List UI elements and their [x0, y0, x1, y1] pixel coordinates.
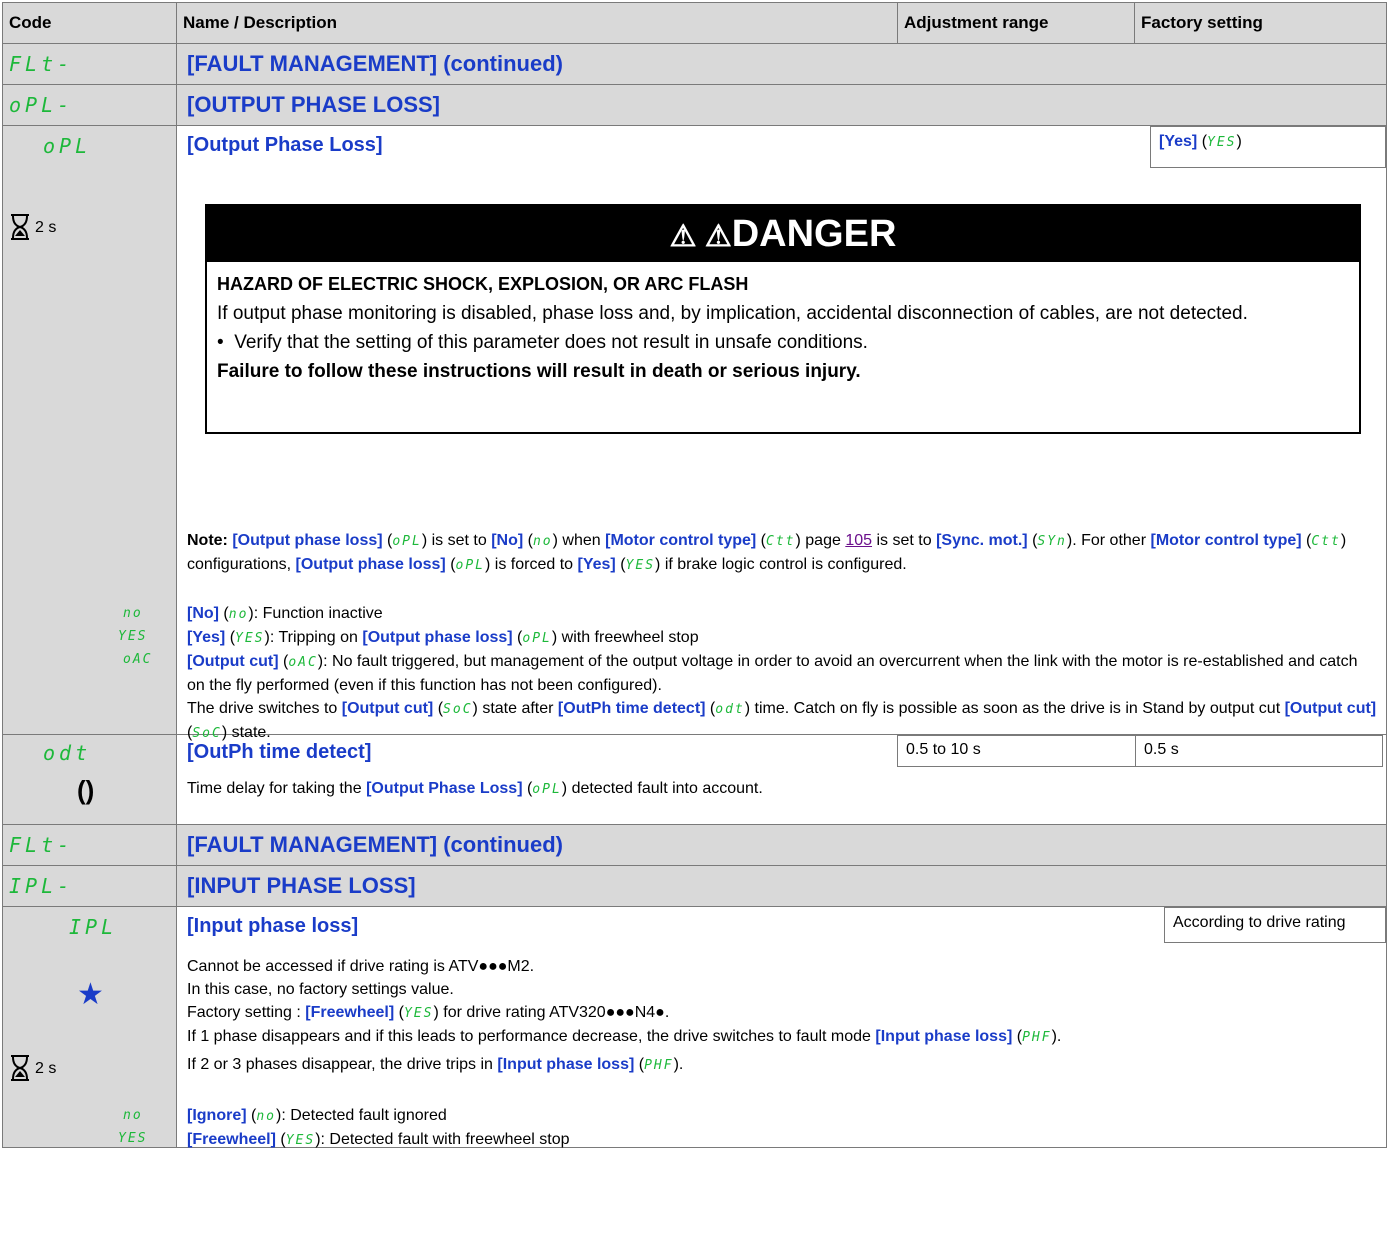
- section-row: IPL- [INPUT PHASE LOSS]: [2, 865, 1387, 907]
- section-title: [FAULT MANAGEMENT] (continued): [187, 832, 563, 857]
- option-item: [Freewheel] (YES): Detected fault with f…: [187, 1131, 570, 1148]
- danger-title: DANGER: [731, 213, 897, 255]
- option-code: YES: [118, 629, 148, 644]
- header-code: Code: [2, 2, 177, 44]
- hazard-title: HAZARD OF ELECTRIC SHOCK, EXPLOSION, OR …: [217, 274, 749, 294]
- param-code: IPL: [69, 915, 118, 939]
- param-name: [Output Phase Loss]: [187, 134, 383, 156]
- section-code: IPL-: [9, 873, 74, 898]
- param-code: oPL: [43, 134, 92, 158]
- param-description: Time delay for taking the [Output Phase …: [187, 780, 763, 797]
- danger-box: ⚠ ⚠DANGER HAZARD OF ELECTRIC SHOCK, EXPL…: [205, 204, 1361, 434]
- section-row: FLt- [FAULT MANAGEMENT] (continued): [2, 43, 1387, 85]
- section-code: FLt-: [9, 51, 74, 76]
- option-list: [Ignore] (no): Detected fault ignored [F…: [187, 1104, 570, 1152]
- header-factory: Factory setting: [1134, 2, 1387, 44]
- note-paragraph: Note: [Output phase loss] (oPL) is set t…: [187, 532, 1347, 573]
- option-item: [Output cut] (oAC): No fault triggered, …: [187, 653, 1358, 694]
- section-title: [INPUT PHASE LOSS]: [187, 873, 416, 898]
- param-description: Cannot be accessed if drive rating is AT…: [187, 958, 1062, 1073]
- factory-setting: [Yes] (YES): [1150, 126, 1386, 168]
- table-header: Code Name / Description Adjustment range…: [2, 2, 1387, 44]
- option-list: [No] (no): Function inactive [Yes] (YES)…: [187, 602, 1377, 745]
- section-title: [FAULT MANAGEMENT] (continued): [187, 51, 563, 76]
- timer-label: 2 s: [35, 1060, 57, 1077]
- warning-triangle-icon: ⚠ ⚠: [669, 220, 732, 253]
- circular-arrows-icon: (): [77, 775, 95, 805]
- hazard-text: If output phase monitoring is disabled, …: [217, 303, 1248, 324]
- section-row: oPL- [OUTPUT PHASE LOSS]: [2, 84, 1387, 126]
- param-name: [OutPh time detect]: [187, 741, 372, 763]
- hourglass-icon: [9, 214, 31, 245]
- section-title: [OUTPUT PHASE LOSS]: [187, 92, 441, 117]
- hazard-warning: Failure to follow these instructions wil…: [217, 361, 861, 382]
- hourglass-icon: [9, 1055, 31, 1086]
- hazard-bullet: • Verify that the setting of this parame…: [217, 332, 868, 353]
- danger-header: ⚠ ⚠DANGER: [207, 206, 1359, 262]
- odt-param-row: odt () [OutPh time detect] 0.5 to 10 s 0…: [2, 734, 1387, 825]
- ipl-param-row: IPL ★ 2 s no YES [Input phase loss] Acco…: [2, 906, 1387, 1148]
- option-code: no: [123, 1108, 143, 1123]
- adjustment-range: 0.5 to 10 s: [897, 735, 1137, 767]
- param-code: odt: [43, 741, 92, 765]
- header-name: Name / Description: [176, 2, 898, 44]
- factory-setting: According to drive rating: [1164, 907, 1386, 943]
- page-link[interactable]: 105: [845, 532, 872, 549]
- section-code: FLt-: [9, 832, 74, 857]
- section-code: oPL-: [9, 92, 74, 117]
- opl-param-row: oPL 2 s no YES oAC [Output Phase Loss] […: [2, 125, 1387, 741]
- timer-label: 2 s: [35, 219, 57, 236]
- option-code: YES: [118, 1131, 148, 1146]
- option-item: [Yes] (YES): Tripping on [Output phase l…: [187, 629, 699, 646]
- factory-setting: 0.5 s: [1135, 735, 1383, 767]
- header-range: Adjustment range: [897, 2, 1135, 44]
- param-name: [Input phase loss]: [187, 915, 359, 937]
- option-item: [Ignore] (no): Detected fault ignored: [187, 1107, 447, 1124]
- option-code: no: [123, 606, 143, 621]
- option-code: oAC: [123, 652, 153, 667]
- option-item: [No] (no): Function inactive: [187, 605, 383, 622]
- parameter-table: Code Name / Description Adjustment range…: [2, 2, 1387, 1148]
- star-icon: ★: [77, 978, 104, 1011]
- section-row: FLt- [FAULT MANAGEMENT] (continued): [2, 824, 1387, 866]
